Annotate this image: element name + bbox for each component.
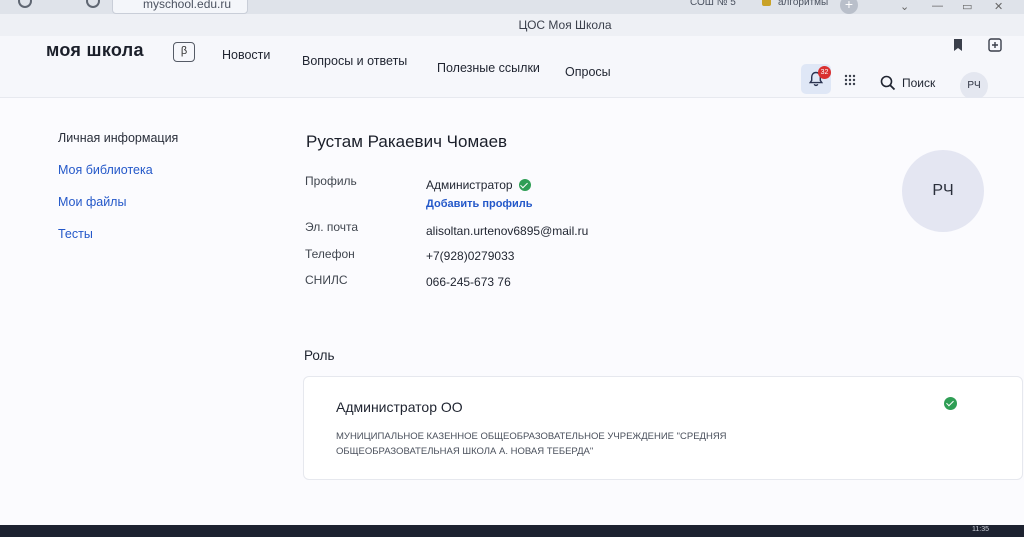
- taskbar: 11:35: [0, 525, 1024, 537]
- notification-count-badge: 32: [818, 66, 831, 79]
- role-organization: МУНИЦИПАЛЬНОЕ КАЗЕННОЕ ОБЩЕОБРАЗОВАТЕЛЬН…: [336, 429, 816, 459]
- nav-faq[interactable]: Вопросы и ответы: [302, 54, 407, 68]
- profile-label: Профиль: [305, 174, 357, 188]
- role-heading: Роль: [304, 348, 335, 363]
- search-label: Поиск: [902, 76, 936, 90]
- sidebar-item-library[interactable]: Моя библиотека: [58, 163, 153, 177]
- role-active-check-icon: [944, 397, 957, 410]
- tab-school[interactable]: СОШ № 5: [690, 0, 736, 8]
- avatar[interactable]: РЧ: [960, 72, 988, 100]
- tab-algorithms[interactable]: алгоритмы: [778, 0, 828, 8]
- address-bar[interactable]: myschool.edu.ru: [112, 0, 248, 14]
- main-content: Личная информация Моя библиотека Мои фай…: [0, 98, 1024, 525]
- new-tab-button[interactable]: +: [840, 0, 858, 14]
- add-profile-link[interactable]: Добавить профиль: [426, 198, 533, 210]
- window-title: ЦОС Моя Школа: [518, 18, 612, 32]
- email-label: Эл. почта: [305, 220, 359, 234]
- app-header: моя школа β Новости Вопросы и ответы Пол…: [0, 36, 1024, 100]
- taskbar-clock: 11:35: [972, 526, 989, 533]
- browser-tab-strip: myschool.edu.ru СОШ № 5 алгоритмы + ⌄ — …: [0, 0, 1024, 14]
- snils-value: 066-245-673 76: [426, 275, 511, 289]
- profile-avatar[interactable]: РЧ: [902, 150, 984, 232]
- minimize-icon[interactable]: —: [932, 0, 943, 12]
- sidebar-item-personal-info[interactable]: Личная информация: [58, 131, 178, 145]
- phone-value: +7(928)0279033: [426, 249, 515, 263]
- verified-check-icon: [518, 179, 531, 191]
- url-text: myschool.edu.ru: [143, 0, 232, 11]
- maximize-icon[interactable]: ▭: [962, 0, 972, 13]
- profile-value: Администратор: [426, 178, 531, 192]
- user-name: Рустам Ракаевич Чомаев: [306, 132, 508, 151]
- tab-search-icon[interactable]: ⌄: [900, 0, 909, 13]
- close-icon[interactable]: ✕: [994, 0, 1003, 13]
- sidebar-item-files[interactable]: Мои файлы: [58, 195, 126, 209]
- beta-badge: β: [173, 42, 195, 62]
- nav-useful-links[interactable]: Полезные ссылки: [437, 61, 540, 75]
- nav-news[interactable]: Новости: [222, 48, 270, 62]
- email-value: alisoltan.urtenov6895@mail.ru: [426, 224, 589, 238]
- nav-polls[interactable]: Опросы: [565, 65, 611, 79]
- phone-label: Телефон: [305, 247, 355, 261]
- logo[interactable]: моя школа: [46, 40, 144, 61]
- reload-icon[interactable]: [86, 0, 100, 8]
- back-icon[interactable]: [18, 0, 32, 8]
- window-title-bar: ЦОС Моя Школа: [0, 14, 1024, 36]
- profile-role-text: Администратор: [426, 178, 513, 192]
- sidebar-item-tests[interactable]: Тесты: [58, 227, 93, 241]
- role-title: Администратор ОО: [336, 399, 463, 415]
- snils-label: СНИЛС: [305, 273, 348, 287]
- bookmark-icon[interactable]: [953, 38, 963, 56]
- extensions-icon[interactable]: [988, 38, 1002, 57]
- role-organization-line-1: МУНИЦИПАЛЬНОЕ КАЗЕННОЕ ОБЩЕОБРАЗОВАТЕЛЬН…: [336, 431, 727, 442]
- role-organization-line-2: ОБЩЕОБРАЗОВАТЕЛЬНАЯ ШКОЛА А. НОВАЯ ТЕБЕР…: [336, 446, 594, 457]
- apps-grid-icon[interactable]: [844, 73, 856, 91]
- search-icon: [880, 75, 896, 91]
- role-card[interactable]: Администратор ОО МУНИЦИПАЛЬНОЕ КАЗЕННОЕ …: [303, 376, 1023, 480]
- tab-favicon-icon: [762, 0, 771, 6]
